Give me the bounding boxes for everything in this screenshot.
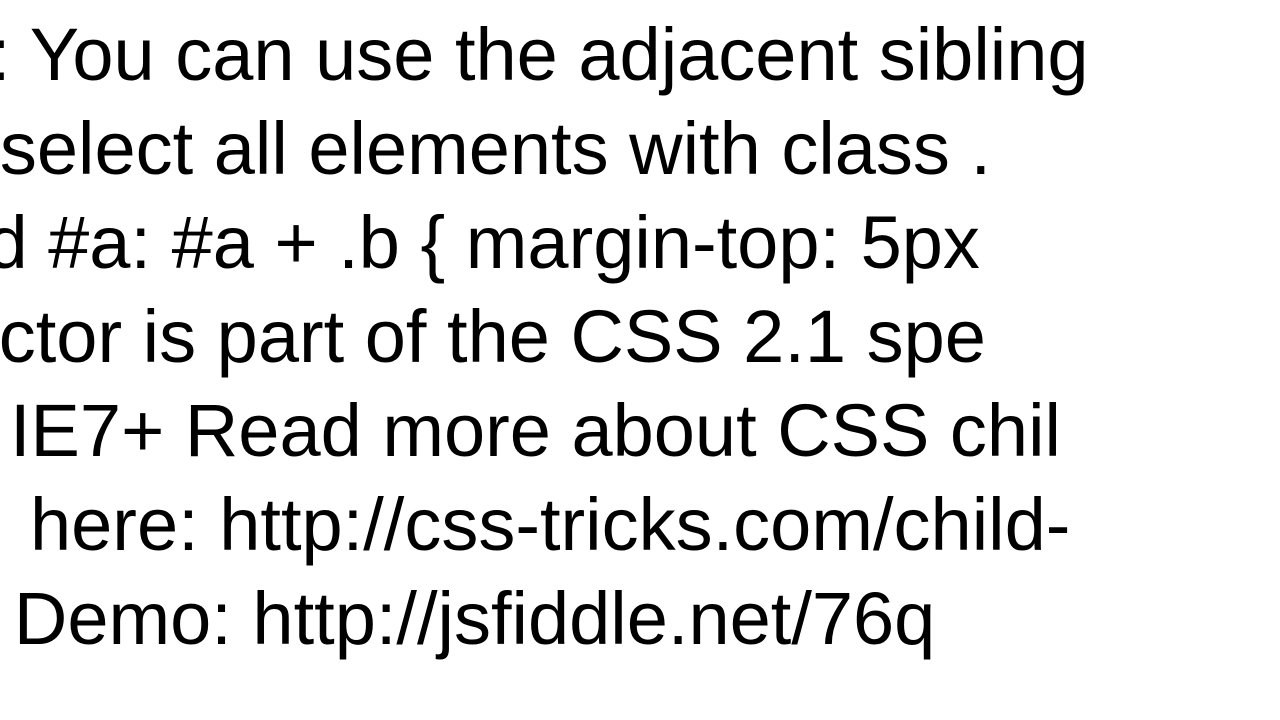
text-line-4: elector is part of the CSS 2.1 spe xyxy=(0,300,986,374)
text-line-2: ill select all elements with class . xyxy=(0,112,991,186)
text-line-1: : You can use the adjacent sibling xyxy=(0,18,1089,92)
text-line-3: id #a: #a + .b { margin-top: 5px xyxy=(0,206,980,280)
text-line-5: IE7+ Read more about CSS chil xyxy=(10,394,1061,468)
text-line-7: ors/ Demo: http://jsfiddle.net/76q xyxy=(0,582,935,656)
document-viewport: : You can use the adjacent sibling ill s… xyxy=(0,0,1280,720)
text-line-6: here: http://css-tricks.com/child- xyxy=(30,488,1070,562)
